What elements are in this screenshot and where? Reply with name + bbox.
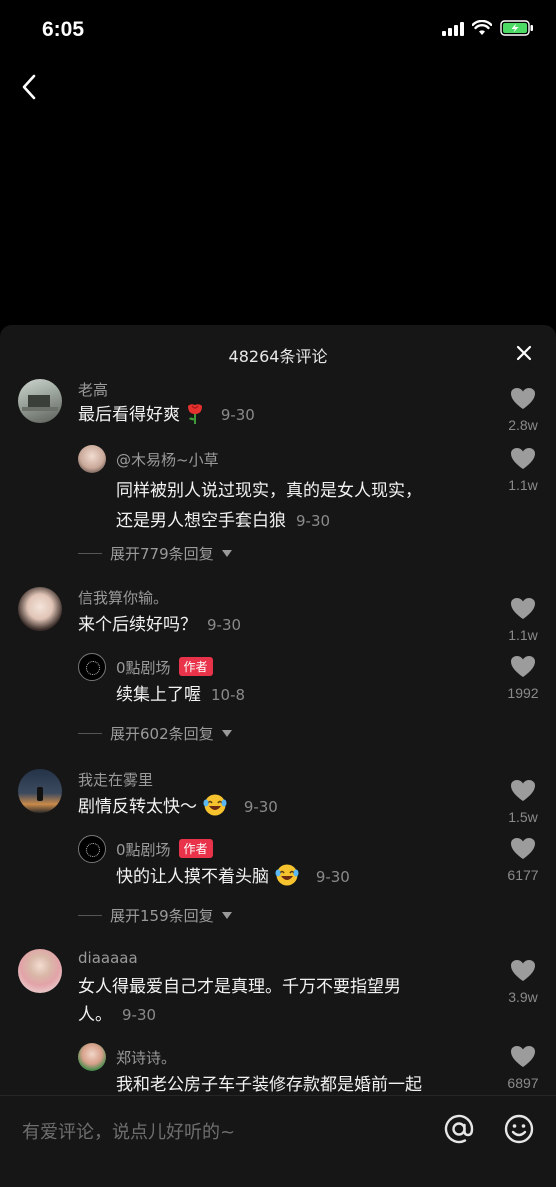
like-count: 6177 [507, 867, 539, 883]
avatar[interactable] [18, 769, 62, 813]
heart-icon [511, 448, 535, 469]
status-time: 6:05 [42, 18, 85, 41]
like-button[interactable]: 6897 [502, 1045, 544, 1091]
comment-item: 我走在雾里 剧情反转太快～ 9-30 1.5w 0點剧场 作者 快的让人摸不着头脑 [0, 765, 556, 935]
reply-text: 快的让人摸不着头脑 9-30 [116, 863, 350, 892]
emoji-icon [504, 1114, 534, 1144]
back-button[interactable] [14, 68, 46, 106]
avatar[interactable] [18, 587, 62, 631]
like-button[interactable]: 1.5w [502, 779, 544, 825]
mention-button[interactable] [442, 1112, 476, 1146]
reply-username[interactable]: @木易杨~小草 [116, 449, 219, 470]
comment-item: 老高 最后看得好爽 9-30 2.8w @木易杨~小草 同样被别人说过现实，真的… [0, 375, 556, 565]
comment-username[interactable]: 老高 [78, 379, 108, 400]
author-badge: 作者 [178, 657, 213, 676]
avatar[interactable] [18, 379, 62, 423]
reply-text: 同样被别人说过现实，真的是女人现实， 还是男人想空手套白狼 9-30 [116, 481, 422, 531]
signal-icon [442, 20, 464, 36]
heart-icon [511, 838, 535, 859]
avatar[interactable] [78, 835, 106, 863]
like-button[interactable]: 3.9w [502, 959, 544, 1005]
reply-date: 10-8 [211, 686, 246, 704]
comment-date: 9-30 [207, 616, 242, 634]
avatar[interactable] [78, 653, 106, 681]
heart-icon [511, 598, 535, 619]
at-icon [444, 1114, 474, 1144]
chevron-left-icon [22, 74, 36, 100]
comment-input-bar[interactable]: 有爱评论，说点儿好听的~ [0, 1095, 556, 1187]
reply-text: 续集上了喔 10-8 [116, 685, 246, 705]
like-count: 1.5w [508, 809, 538, 825]
caret-down-icon [221, 729, 232, 737]
expand-replies-button[interactable]: 展开602条回复 [78, 723, 232, 744]
heart-icon [511, 960, 535, 981]
comment-date: 9-30 [122, 1006, 157, 1024]
like-count: 1.1w [508, 477, 538, 493]
comment-username[interactable]: diaaaaa [78, 949, 138, 967]
comment-username[interactable]: 我走在雾里 [78, 769, 153, 790]
caret-down-icon [221, 911, 232, 919]
like-count: 1.1w [508, 627, 538, 643]
emoji-button[interactable] [502, 1112, 536, 1146]
comment-item: 信我算你输。 来个后续好吗？ 9-30 1.1w 0點剧场 作者 续集上了喔 10-8… [0, 583, 556, 753]
avatar[interactable] [18, 949, 62, 993]
status-bar: 6:05 [0, 0, 556, 62]
expand-replies-button[interactable]: 展开159条回复 [78, 905, 232, 926]
reply-date: 9-30 [315, 868, 350, 886]
avatar[interactable] [78, 445, 106, 473]
close-button[interactable] [514, 343, 534, 363]
like-count: 6897 [507, 1075, 539, 1091]
like-count: 1992 [507, 685, 539, 701]
comment-count-title: 48264条评论 [228, 347, 328, 366]
battery-icon [500, 20, 533, 36]
caret-down-icon [221, 549, 232, 557]
wifi-icon [472, 20, 492, 35]
sheet-header: 48264条评论 [0, 325, 556, 379]
like-button[interactable]: 6177 [502, 837, 544, 883]
comment-text: 剧情反转太快～ 9-30 [78, 793, 278, 822]
heart-icon [511, 1046, 535, 1067]
expand-replies-button[interactable]: 展开779条回复 [78, 543, 232, 564]
like-count: 3.9w [508, 989, 538, 1005]
like-button[interactable]: 2.8w [502, 387, 544, 433]
comment-date: 9-30 [243, 798, 278, 816]
like-count: 2.8w [508, 417, 538, 433]
comment-text: 女人得最爱自己才是真理。千万不要指望男 人。 9-30 [78, 977, 401, 1025]
close-icon [516, 345, 532, 361]
heart-icon [511, 780, 535, 801]
laughing-emoji [203, 794, 227, 816]
avatar[interactable] [78, 1043, 106, 1071]
comment-input[interactable]: 有爱评论，说点儿好听的~ [22, 1118, 235, 1144]
reply-username: 0點剧场 作者 [116, 657, 213, 678]
reply-username: 0點剧场 作者 [116, 839, 213, 860]
reply-username[interactable]: 郑诗诗。 [116, 1047, 176, 1068]
comment-item: diaaaaa 女人得最爱自己才是真理。千万不要指望男 人。 9-30 3.9w … [0, 945, 556, 1105]
rose-emoji [188, 404, 203, 424]
comments-sheet: 48264条评论 老高 最后看得好爽 9-30 2.8w @木易杨~小草 同样被… [0, 325, 556, 1186]
like-button[interactable]: 1992 [502, 655, 544, 701]
comment-text: 来个后续好吗？ 9-30 [78, 615, 242, 635]
like-button[interactable]: 1.1w [502, 597, 544, 643]
author-badge: 作者 [178, 839, 213, 858]
comment-text: 最后看得好爽 9-30 [78, 401, 255, 430]
comment-date: 9-30 [220, 406, 255, 424]
reply-date: 9-30 [296, 512, 331, 530]
heart-icon [511, 656, 535, 677]
laughing-emoji [275, 864, 299, 886]
heart-icon [511, 388, 535, 409]
like-button[interactable]: 1.1w [502, 447, 544, 493]
comment-username[interactable]: 信我算你输。 [78, 587, 168, 608]
